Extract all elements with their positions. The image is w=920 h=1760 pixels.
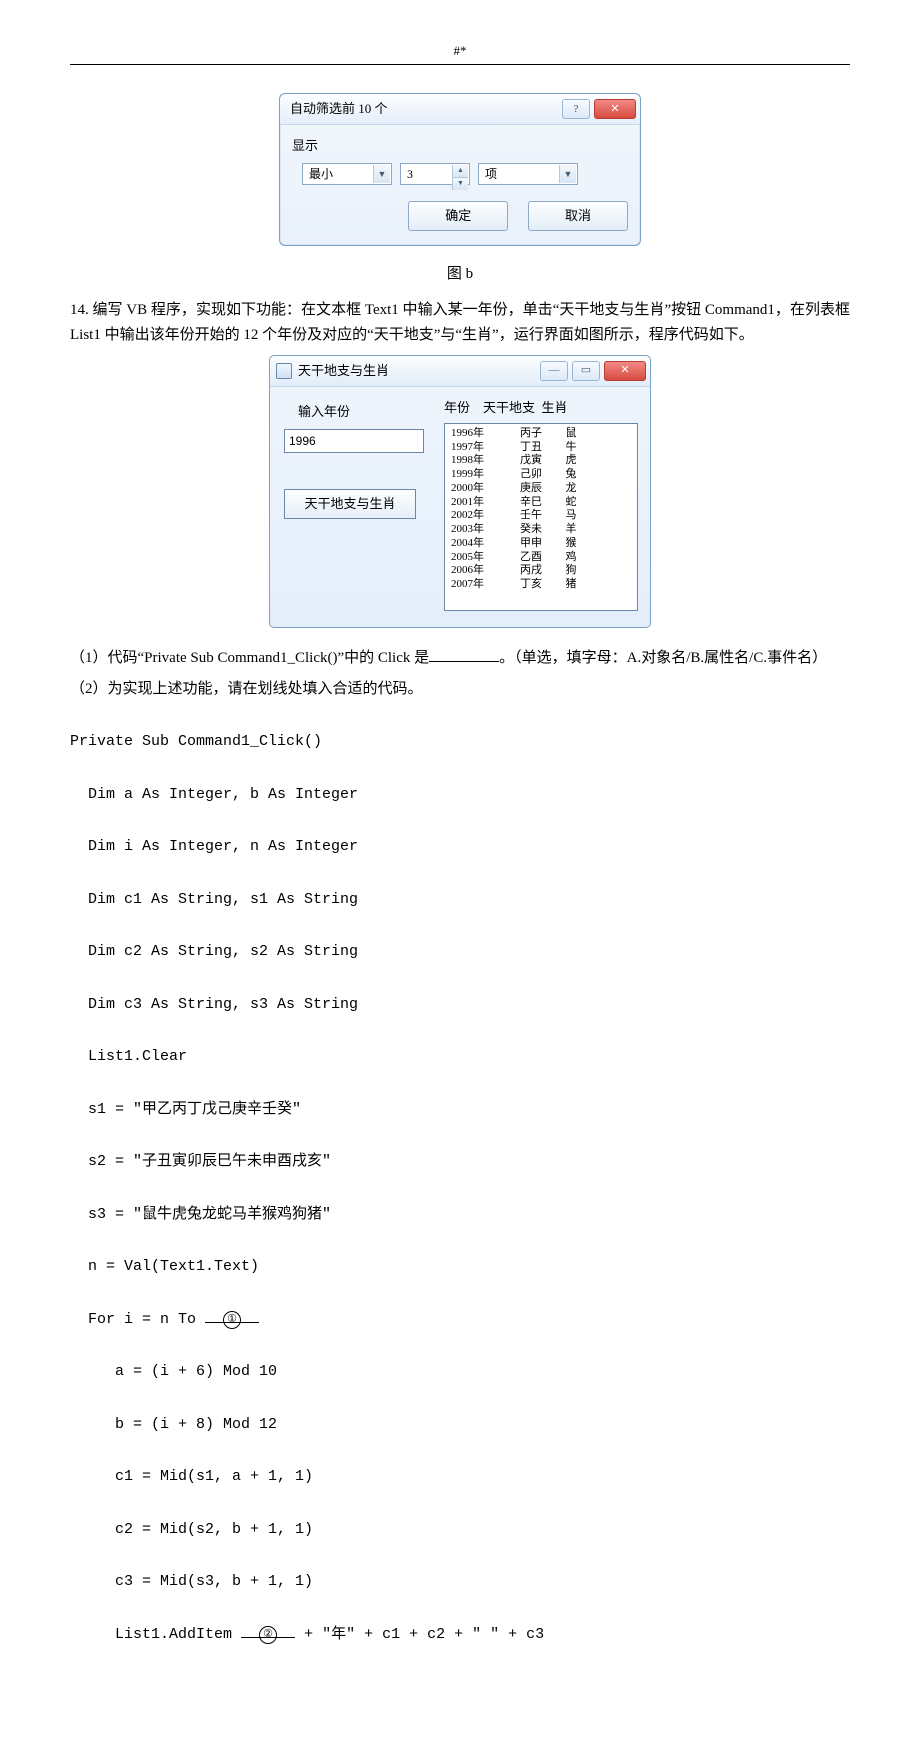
unit-combo-value: 项 <box>485 164 497 184</box>
list-item[interactable]: 1996年丙子鼠 <box>451 427 631 441</box>
close-button[interactable]: ✕ <box>594 99 636 119</box>
vb-form-title-text: 天干地支与生肖 <box>298 360 389 382</box>
code-line: s2 = "子丑寅卯辰巳午未申酉戌亥" <box>70 1149 850 1175</box>
q1-text-a: （1）代码“Private Sub Command1_Click()”中的 Cl… <box>70 650 429 666</box>
vb-form-titlebar: 天干地支与生肖 — ▭ ✕ <box>270 356 650 387</box>
circled-2: ② <box>259 1626 277 1644</box>
code-line: c2 = Mid(s2, b + 1, 1) <box>70 1517 850 1543</box>
chevron-down-icon: ▼ <box>373 165 390 183</box>
list1-listbox[interactable]: 1996年丙子鼠1997年丁丑牛1998年戊寅虎1999年己卯兔2000年庚辰龙… <box>444 423 638 611</box>
chevron-down-icon: ▼ <box>559 165 576 183</box>
list-item[interactable]: 2002年壬午马 <box>451 509 631 523</box>
min-max-combo-value: 最小 <box>309 164 333 184</box>
blank-1: ① <box>205 1307 259 1323</box>
page-header-mark: #* <box>70 40 850 62</box>
code-line: List1.Clear <box>70 1044 850 1070</box>
q1-text-b: 。（单选，填字母：A.对象名/B.属性名/C.事件名） <box>499 650 827 666</box>
list-item[interactable]: 2005年乙酉鸡 <box>451 551 631 565</box>
question-2: （2）为实现上述功能，请在划线处填入合适的代码。 <box>70 677 850 703</box>
code-line: Dim c1 As String, s1 As String <box>70 887 850 913</box>
count-spinner[interactable]: 3 ▲ ▼ <box>400 163 470 185</box>
spinner-up-icon[interactable]: ▲ <box>452 165 468 177</box>
question-1: （1）代码“Private Sub Command1_Click()”中的 Cl… <box>70 646 850 672</box>
blank-2: ② <box>241 1622 295 1638</box>
code-line: n = Val(Text1.Text) <box>70 1254 850 1280</box>
autofilter-titlebar: 自动筛选前 10 个 ? ✕ <box>280 94 640 125</box>
blank-q1 <box>429 646 499 662</box>
cancel-button[interactable]: 取消 <box>528 201 628 231</box>
list-item[interactable]: 2004年甲申猴 <box>451 537 631 551</box>
list-item[interactable]: 1998年戊寅虎 <box>451 454 631 468</box>
input-year-label: 输入年份 <box>298 401 434 423</box>
list-item[interactable]: 2000年庚辰龙 <box>451 482 631 496</box>
code-fragment: List1.AddItem <box>115 1626 241 1643</box>
list-header: 年份 天干地支 生肖 <box>444 397 638 419</box>
code-line: Dim c2 As String, s2 As String <box>70 939 850 965</box>
text1-input[interactable]: 1996 <box>284 429 424 453</box>
display-group-label: 显示 <box>292 135 628 157</box>
unit-combo[interactable]: 项 ▼ <box>478 163 578 185</box>
list-item[interactable]: 2003年癸未羊 <box>451 523 631 537</box>
list-item[interactable]: 1999年己卯兔 <box>451 468 631 482</box>
code-line: Private Sub Command1_Click() <box>70 729 850 755</box>
code-line: s1 = "甲乙丙丁戊己庚辛壬癸" <box>70 1097 850 1123</box>
code-line: Dim i As Integer, n As Integer <box>70 834 850 860</box>
header-rule <box>70 64 850 65</box>
code-fragment: For i = n To <box>88 1311 205 1328</box>
question-14-intro: 14. 编写 VB 程序，实现如下功能：在文本框 Text1 中输入某一年份，单… <box>70 298 850 349</box>
command1-button[interactable]: 天干地支与生肖 <box>284 489 416 519</box>
code-line: Dim a As Integer, b As Integer <box>70 782 850 808</box>
code-line: For i = n To ① <box>70 1307 850 1333</box>
ok-button[interactable]: 确定 <box>408 201 508 231</box>
form-icon <box>276 363 292 379</box>
close-button[interactable]: ✕ <box>604 361 646 381</box>
autofilter-title-text: 自动筛选前 10 个 <box>290 98 388 120</box>
circled-1: ① <box>223 1311 241 1329</box>
vb-form-window: 天干地支与生肖 — ▭ ✕ 输入年份 1996 天干地支与生肖 年份 天干地支 … <box>269 355 651 628</box>
list-item[interactable]: 2006年丙戌狗 <box>451 564 631 578</box>
code-line: Dim c3 As String, s3 As String <box>70 992 850 1018</box>
code-line: c3 = Mid(s3, b + 1, 1) <box>70 1569 850 1595</box>
count-spinner-value: 3 <box>407 164 413 184</box>
autofilter-dialog: 自动筛选前 10 个 ? ✕ 显示 最小 ▼ 3 ▲ ▼ <box>279 93 641 246</box>
code-line: c1 = Mid(s1, a + 1, 1) <box>70 1464 850 1490</box>
code-fragment: + "年" + c1 + c2 + " " + c3 <box>295 1626 544 1643</box>
list-item[interactable]: 2007年丁亥猪 <box>451 578 631 592</box>
code-line: s3 = "鼠牛虎兔龙蛇马羊猴鸡狗猪" <box>70 1202 850 1228</box>
code-listing: Private Sub Command1_Click() Dim a As In… <box>70 703 850 1701</box>
spinner-down-icon[interactable]: ▼ <box>452 177 468 190</box>
code-line: List1.AddItem ② + "年" + c1 + c2 + " " + … <box>70 1622 850 1648</box>
figure-b-caption: 图 b <box>70 262 850 288</box>
minimize-button[interactable]: — <box>540 361 568 381</box>
maximize-button[interactable]: ▭ <box>572 361 600 381</box>
help-button[interactable]: ? <box>562 99 590 119</box>
code-line: a = (i + 6) Mod 10 <box>70 1359 850 1385</box>
code-line: b = (i + 8) Mod 12 <box>70 1412 850 1438</box>
list-item[interactable]: 2001年辛巳蛇 <box>451 496 631 510</box>
min-max-combo[interactable]: 最小 ▼ <box>302 163 392 185</box>
list-item[interactable]: 1997年丁丑牛 <box>451 441 631 455</box>
